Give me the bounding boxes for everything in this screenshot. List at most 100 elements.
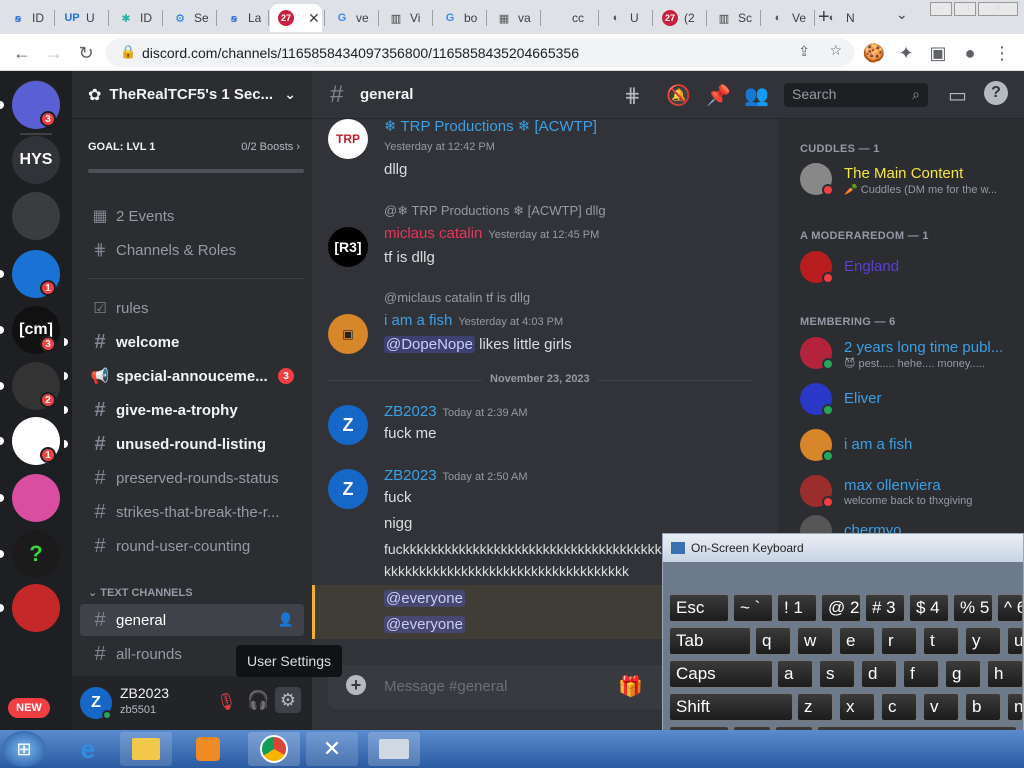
author-name[interactable]: i am a fish: [384, 312, 452, 329]
author-avatar[interactable]: TRP: [328, 119, 368, 159]
keyboard-key[interactable]: # 3: [865, 594, 905, 622]
attach-plus-icon[interactable]: +: [346, 675, 366, 695]
message-author[interactable]: ZB2023 Today at 2:50 AM: [384, 467, 528, 484]
author-avatar[interactable]: Z: [328, 405, 368, 445]
keyboard-key[interactable]: q: [755, 627, 791, 655]
reply-preview[interactable]: @❄ TRP Productions ❄ [ACWTP] dllg: [384, 203, 606, 219]
message-author[interactable]: ZB2023 Today at 2:39 AM: [384, 403, 528, 420]
keyboard-key[interactable]: b: [965, 693, 1001, 721]
cookie-extension-icon[interactable]: 🍪: [862, 41, 886, 65]
keyboard-key[interactable]: d: [861, 660, 897, 688]
browser-tab[interactable]: ꞩ ID: [2, 4, 52, 32]
keyboard-key[interactable]: Tab: [669, 627, 751, 655]
back-icon[interactable]: ←: [10, 41, 34, 65]
inbox-icon[interactable]: ▭: [948, 83, 967, 108]
keyboard-key[interactable]: x: [839, 693, 875, 721]
add-member-icon[interactable]: 👤: [278, 612, 294, 628]
media-player-icon[interactable]: [182, 732, 234, 766]
member-list-icon[interactable]: 👥: [744, 83, 769, 108]
share-icon[interactable]: ⇪: [798, 43, 810, 60]
browser-tab[interactable]: ◐ U: [600, 4, 650, 32]
browser-tab[interactable]: ◐ Ve: [762, 4, 812, 32]
server-icon[interactable]: [12, 474, 60, 522]
keyboard-key[interactable]: w: [797, 627, 833, 655]
everyone-mention[interactable]: @everyone: [384, 616, 465, 633]
author-name[interactable]: ❄ TRP Productions ❄ [ACWTP]: [384, 119, 597, 135]
keyboard-key[interactable]: % 5: [953, 594, 993, 622]
boost-count[interactable]: 0/2 Boosts ›: [241, 141, 300, 153]
reply-preview[interactable]: @miclaus catalin tf is dllg: [384, 290, 530, 305]
server-icon[interactable]: HYS: [12, 136, 60, 184]
keyboard-key[interactable]: ! 1: [777, 594, 817, 622]
help-icon[interactable]: ?: [984, 81, 1008, 105]
close-window-icon[interactable]: ✕: [978, 2, 1018, 16]
file-explorer-icon[interactable]: [120, 732, 172, 766]
channel-item[interactable]: ☑ rules: [80, 292, 304, 324]
pin-icon[interactable]: 📌: [706, 83, 731, 108]
keyboard-key[interactable]: h: [987, 660, 1023, 688]
browser-tab[interactable]: ▥ Vi: [380, 4, 430, 32]
author-avatar[interactable]: Z: [328, 469, 368, 509]
keyboard-key[interactable]: t: [923, 627, 959, 655]
member-item[interactable]: The Main Content 🥕 Cuddles (DM me for the…: [800, 159, 1024, 201]
keyboard-key[interactable]: v: [923, 693, 959, 721]
keyboard-key[interactable]: y: [965, 627, 1001, 655]
browser-tab[interactable]: ▥ Sc: [708, 4, 758, 32]
browser-tab[interactable]: UP U: [56, 4, 106, 32]
channel-item[interactable]: # give-me-a-trophy: [80, 394, 304, 426]
new-tab-icon[interactable]: +: [818, 6, 830, 29]
minimize-icon[interactable]: –: [930, 2, 952, 16]
profile-icon[interactable]: ●: [958, 41, 982, 65]
message-author[interactable]: miclaus catalin Yesterday at 12:45 PM: [384, 225, 599, 242]
keyboard-taskbar-icon[interactable]: [368, 732, 420, 766]
user-name[interactable]: ZB2023: [120, 685, 169, 701]
keyboard-key[interactable]: z: [797, 693, 833, 721]
keyboard-key[interactable]: s: [819, 660, 855, 688]
message-author[interactable]: i am a fish Yesterday at 4:03 PM: [384, 312, 563, 329]
keyboard-key[interactable]: u: [1007, 627, 1023, 655]
reload-icon[interactable]: ↻: [74, 41, 98, 65]
threads-icon[interactable]: ⋕: [624, 83, 641, 108]
keyboard-key[interactable]: $ 4: [909, 594, 949, 622]
server-icon[interactable]: ?: [12, 530, 60, 578]
text-channels-category[interactable]: ⌄ TEXT CHANNELS: [88, 586, 193, 599]
author-avatar[interactable]: ▣: [328, 314, 368, 354]
member-item[interactable]: max ollenviera welcome back to thxgiving: [800, 471, 1024, 513]
browser-tab[interactable]: Gve: [326, 4, 376, 32]
extensions-icon[interactable]: ✦: [894, 41, 918, 65]
member-item[interactable]: England: [800, 247, 1024, 289]
tab-search-icon[interactable]: ⌄: [896, 6, 908, 23]
keyboard-key[interactable]: @ 2: [821, 594, 861, 622]
app-taskbar-icon[interactable]: ✕: [306, 732, 358, 766]
url-field[interactable]: 🔒 discord.com/channels/11658584340973568…: [106, 38, 854, 67]
keyboard-key[interactable]: c: [881, 693, 917, 721]
author-name[interactable]: miclaus catalin: [384, 225, 482, 242]
author-name[interactable]: ZB2023: [384, 403, 437, 420]
gift-icon[interactable]: 🎁: [618, 674, 643, 699]
keyboard-key[interactable]: Caps: [669, 660, 773, 688]
browser-tab[interactable]: ▦ va: [488, 4, 538, 32]
forward-icon[interactable]: →: [42, 41, 66, 65]
mute-mic-icon[interactable]: 🎙: [216, 692, 236, 712]
channel-item[interactable]: # welcome: [80, 326, 304, 358]
keyboard-key[interactable]: g: [945, 660, 981, 688]
server-header[interactable]: ✿ TheRealTCF5's 1 Sec... ⌄: [72, 71, 312, 119]
channel-item[interactable]: 📢 special-annouceme... 3: [80, 360, 304, 392]
browser-tab[interactable]: ꞩ La: [218, 4, 266, 32]
everyone-mention[interactable]: @everyone: [384, 590, 465, 607]
sidepanel-icon[interactable]: ▣: [926, 41, 950, 65]
keyboard-key[interactable]: Esc: [669, 594, 729, 622]
maximize-icon[interactable]: ❐: [954, 2, 976, 16]
keyboard-key[interactable]: f: [903, 660, 939, 688]
member-item[interactable]: i am a fish: [800, 425, 1024, 467]
search-input[interactable]: Search ⌕: [784, 83, 928, 107]
member-item[interactable]: 2 years long time publ... 😈 pest..... heh…: [800, 333, 1024, 375]
server-icon[interactable]: [12, 192, 60, 240]
channel-item[interactable]: # preserved-rounds-status: [80, 462, 304, 494]
author-name[interactable]: ZB2023: [384, 467, 437, 484]
close-tab-icon[interactable]: ✕: [308, 10, 320, 27]
start-button[interactable]: ⊞: [2, 731, 46, 767]
menu-icon[interactable]: ⋮: [990, 41, 1014, 65]
keyboard-key[interactable]: e: [839, 627, 875, 655]
keyboard-key[interactable]: Shift: [669, 693, 793, 721]
